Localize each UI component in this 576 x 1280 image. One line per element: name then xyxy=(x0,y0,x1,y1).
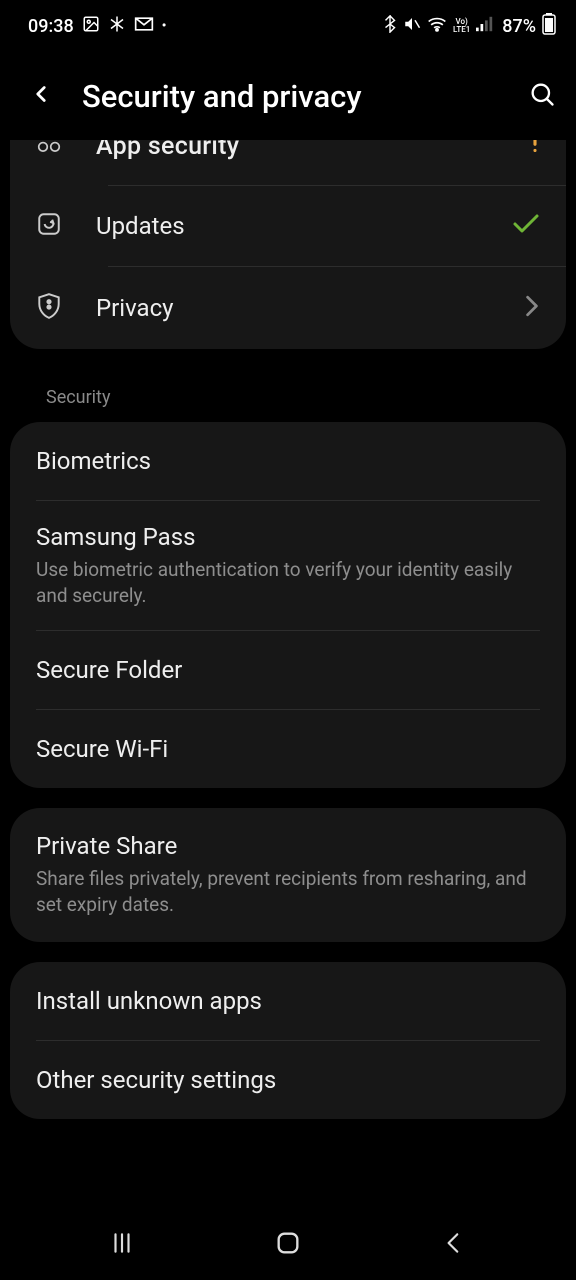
private-share-sub: Share files privately, prevent recipient… xyxy=(36,866,540,917)
page-title: Security and privacy xyxy=(82,78,528,115)
row-secure-folder[interactable]: Secure Folder xyxy=(10,631,566,709)
battery-icon xyxy=(542,13,556,40)
row-install-unknown[interactable]: Install unknown apps xyxy=(10,962,566,1040)
section-label-security: Security xyxy=(10,369,566,422)
private-share-card: Private Share Share files privately, pre… xyxy=(10,808,566,941)
status-bar: 09:38 • Vo)LTE1 87% xyxy=(0,0,576,52)
home-icon[interactable] xyxy=(274,1229,302,1261)
other-settings-card: Install unknown apps Other security sett… xyxy=(10,962,566,1119)
row-private-share[interactable]: Private Share Share files privately, pre… xyxy=(10,808,566,941)
recents-icon[interactable] xyxy=(109,1230,135,1260)
wifi-icon xyxy=(427,16,447,37)
row-privacy[interactable]: Privacy xyxy=(10,267,566,349)
samsung-pass-sub: Use biometric authentication to verify y… xyxy=(36,557,540,608)
row-samsung-pass[interactable]: Samsung Pass Use biometric authenticatio… xyxy=(10,501,566,630)
samsung-pass-label: Samsung Pass xyxy=(36,523,540,551)
updates-label: Updates xyxy=(96,212,504,240)
row-app-security[interactable]: App security xyxy=(10,140,566,185)
biometrics-label: Biometrics xyxy=(36,447,540,475)
row-other-security[interactable]: Other security settings xyxy=(10,1041,566,1119)
other-security-label: Other security settings xyxy=(36,1066,540,1094)
volte-icon: Vo)LTE1 xyxy=(453,18,470,34)
secure-folder-label: Secure Folder xyxy=(36,656,540,684)
nav-back-icon[interactable] xyxy=(441,1230,467,1260)
private-share-label: Private Share xyxy=(36,832,540,860)
privacy-label: Privacy xyxy=(96,294,504,322)
signal-icon xyxy=(476,16,494,37)
row-biometrics[interactable]: Biometrics xyxy=(10,422,566,500)
top-status-card: App security Updates xyxy=(10,140,566,349)
secure-wifi-label: Secure Wi-Fi xyxy=(36,735,540,763)
row-secure-wifi[interactable]: Secure Wi-Fi xyxy=(10,710,566,788)
updates-icon xyxy=(36,211,62,241)
mute-icon xyxy=(403,15,421,38)
security-card: Biometrics Samsung Pass Use biometric au… xyxy=(10,422,566,788)
search-icon[interactable] xyxy=(528,80,556,112)
back-icon[interactable] xyxy=(28,81,54,111)
app-security-label: App security xyxy=(96,140,504,161)
install-unknown-label: Install unknown apps xyxy=(36,987,540,1015)
navigation-bar xyxy=(0,1210,576,1280)
app-security-icon xyxy=(36,140,62,156)
gmail-icon xyxy=(134,16,154,37)
gallery-icon xyxy=(82,15,100,38)
warning-dot-icon xyxy=(530,140,540,156)
status-time: 09:38 xyxy=(28,16,74,37)
app-header: Security and privacy xyxy=(0,52,576,140)
row-updates[interactable]: Updates xyxy=(10,186,566,266)
bluetooth-icon xyxy=(383,15,397,38)
chevron-right-icon xyxy=(524,295,540,321)
privacy-shield-icon xyxy=(36,292,62,324)
snowflake-icon xyxy=(108,15,126,38)
check-icon xyxy=(512,213,540,239)
dot-icon: • xyxy=(162,18,167,34)
battery-percentage: 87% xyxy=(502,16,536,37)
